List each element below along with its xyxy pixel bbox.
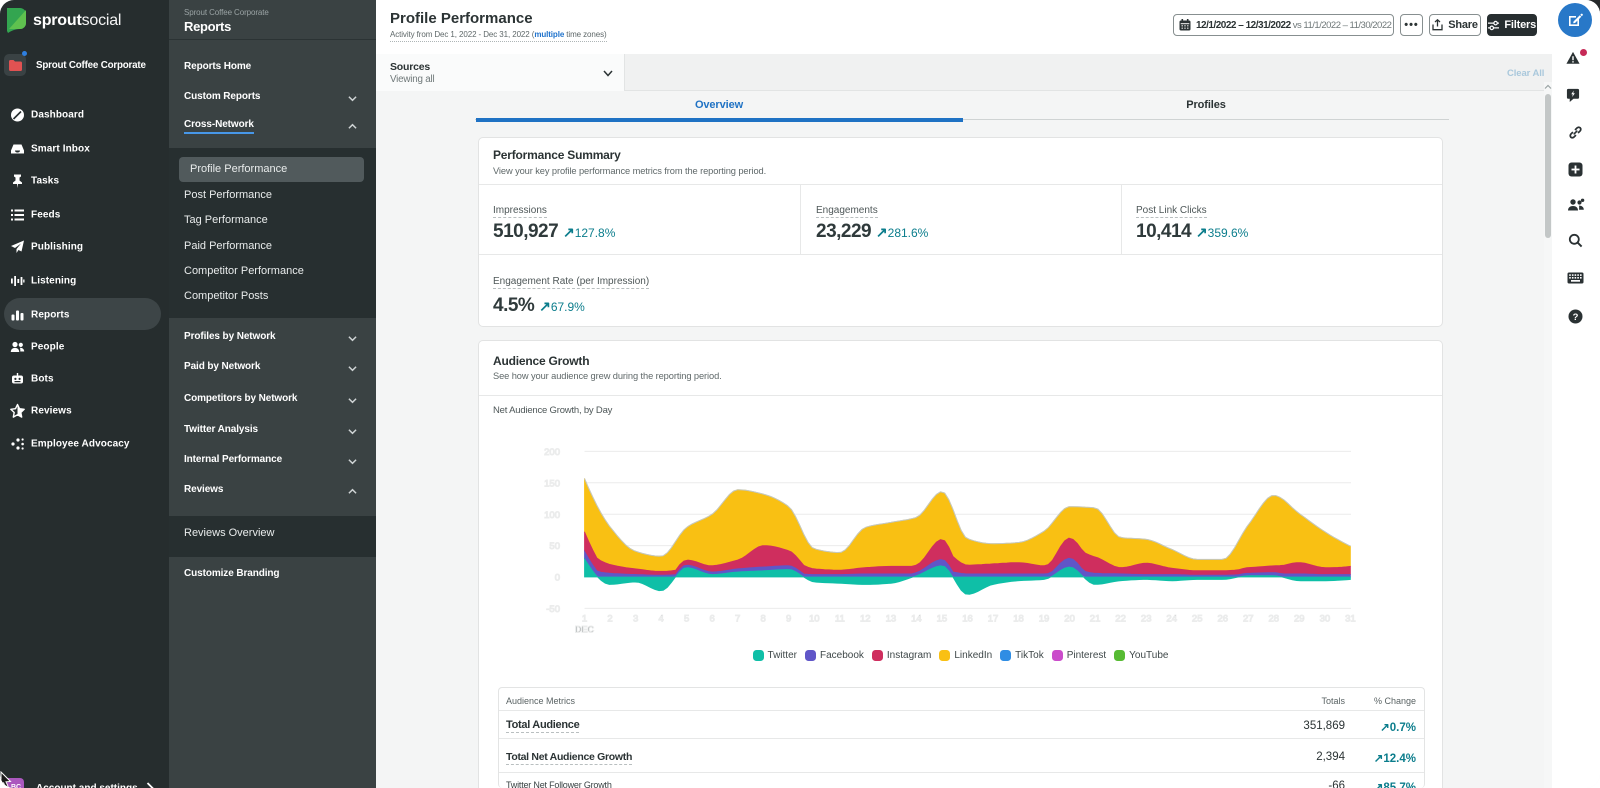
- svg-text:23: 23: [1141, 614, 1152, 625]
- svg-text:9: 9: [786, 614, 791, 625]
- svg-text:19: 19: [1039, 614, 1050, 625]
- svg-text:4: 4: [658, 614, 663, 625]
- svg-text:6: 6: [710, 614, 715, 625]
- svg-text:2: 2: [607, 614, 612, 625]
- svg-text:1: 1: [582, 614, 587, 625]
- svg-text:14: 14: [911, 614, 922, 625]
- svg-text:25: 25: [1192, 614, 1203, 625]
- svg-text:16: 16: [962, 614, 973, 625]
- svg-text:27: 27: [1243, 614, 1254, 625]
- svg-text:DEC: DEC: [575, 625, 595, 635]
- svg-text:5: 5: [684, 614, 689, 625]
- svg-text:21: 21: [1090, 614, 1101, 625]
- svg-text:12: 12: [860, 614, 871, 625]
- svg-text:13: 13: [886, 614, 897, 625]
- svg-text:150: 150: [544, 478, 560, 489]
- svg-text:28: 28: [1269, 614, 1280, 625]
- svg-text:20: 20: [1064, 614, 1075, 625]
- svg-text:18: 18: [1013, 614, 1024, 625]
- svg-text:22: 22: [1115, 614, 1126, 625]
- svg-text:10: 10: [809, 614, 820, 625]
- svg-text:26: 26: [1218, 614, 1229, 625]
- svg-text:31: 31: [1345, 614, 1356, 625]
- svg-text:17: 17: [988, 614, 999, 625]
- svg-text:11: 11: [835, 614, 845, 625]
- svg-text:24: 24: [1166, 614, 1177, 625]
- svg-text:3: 3: [633, 614, 638, 625]
- svg-text:29: 29: [1294, 614, 1305, 625]
- svg-text:50: 50: [549, 541, 560, 552]
- svg-text:8: 8: [761, 614, 766, 625]
- svg-text:100: 100: [544, 510, 560, 521]
- svg-text:?: ?: [1573, 312, 1579, 323]
- svg-text:200: 200: [544, 447, 560, 458]
- svg-text:15: 15: [937, 614, 948, 625]
- svg-text:30: 30: [1320, 614, 1331, 625]
- svg-text:-50: -50: [546, 604, 560, 615]
- svg-text:0: 0: [555, 573, 560, 584]
- svg-text:7: 7: [735, 614, 740, 625]
